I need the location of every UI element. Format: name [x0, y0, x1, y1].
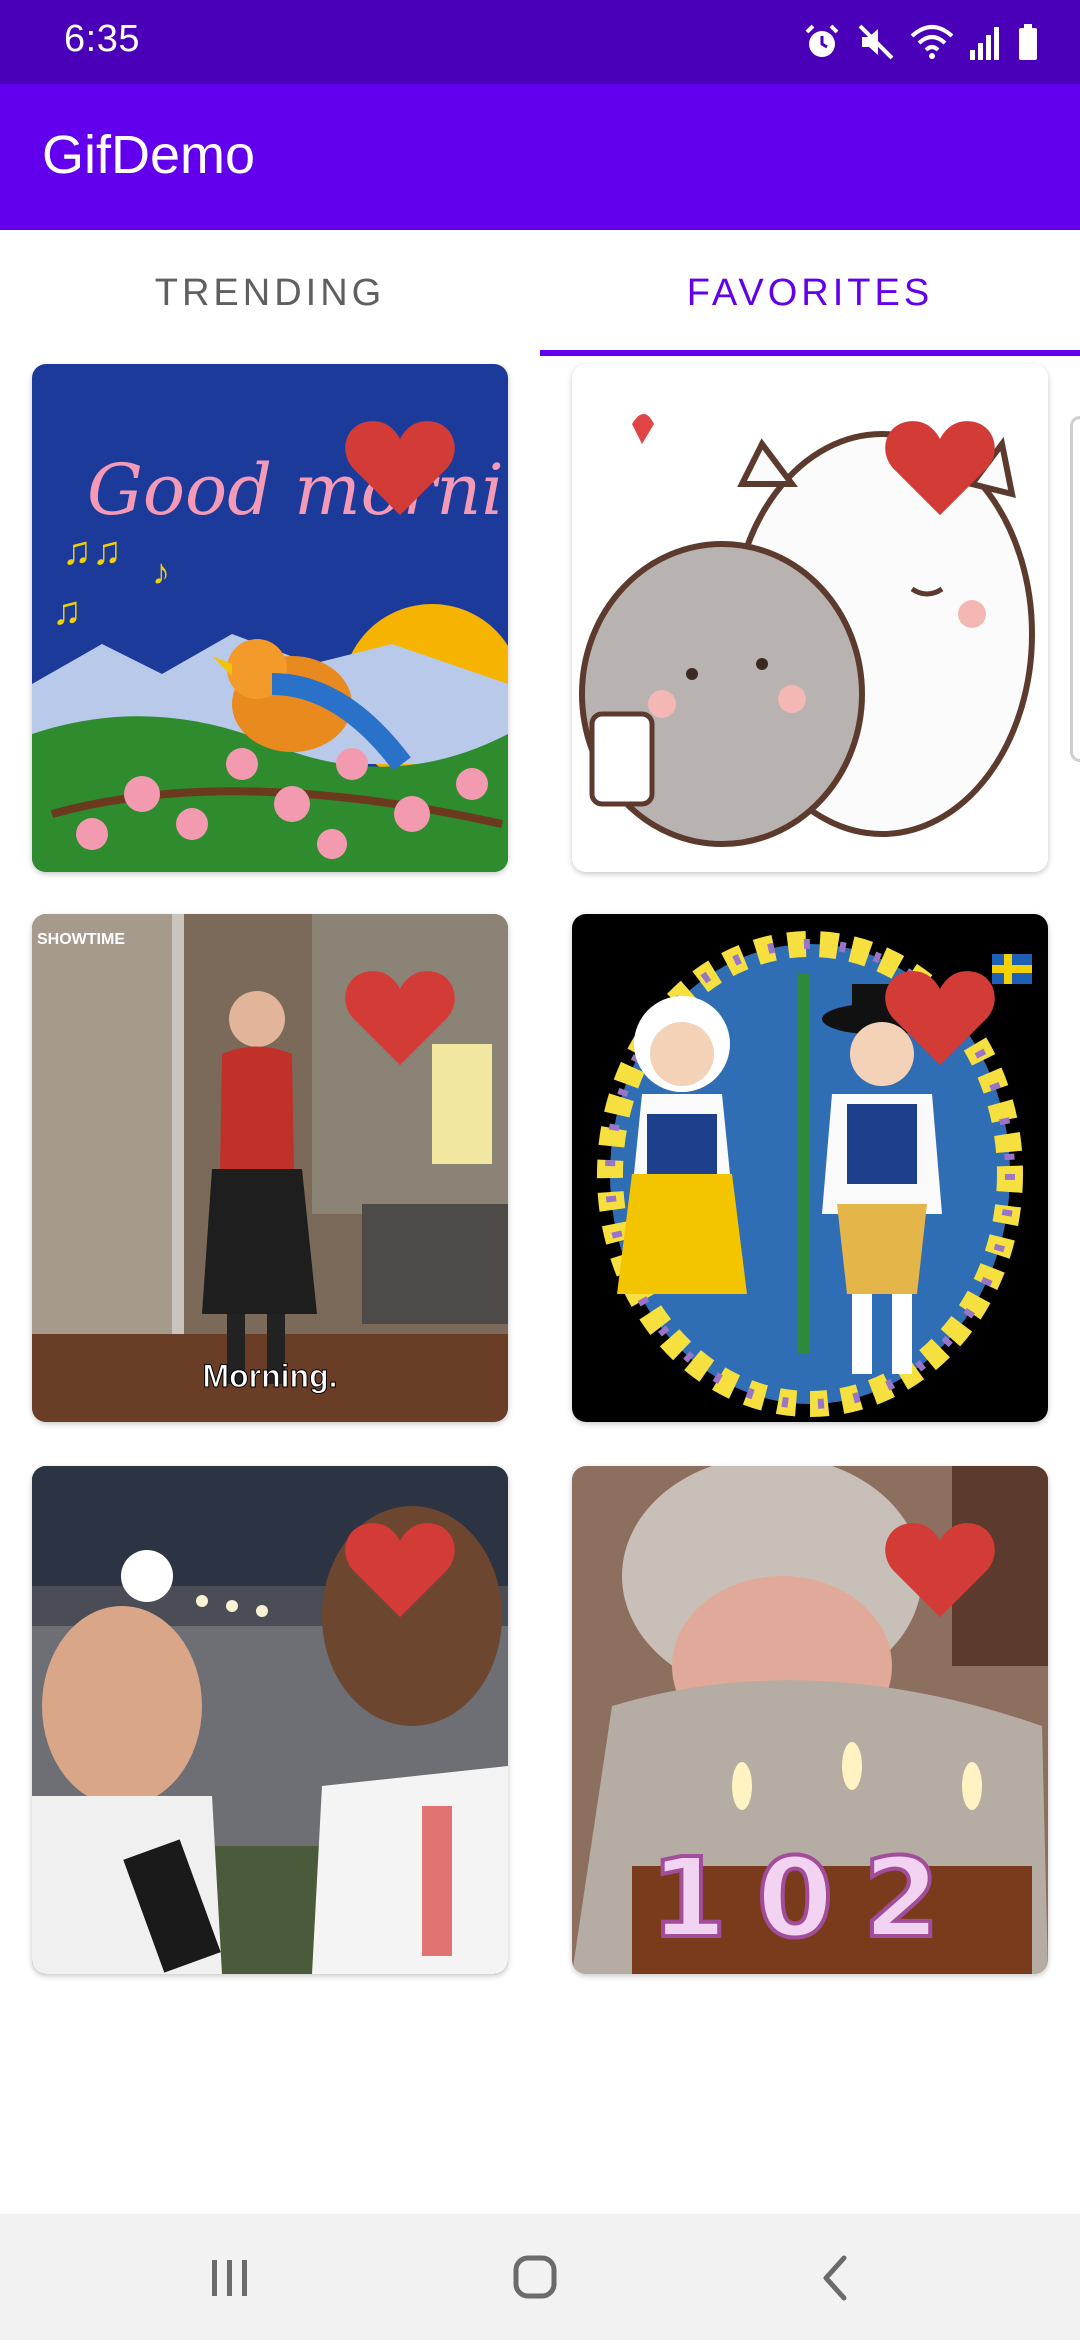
svg-text:♫♫: ♫♫: [62, 529, 122, 573]
status-bar: 6:35: [0, 0, 1080, 84]
wifi-icon: [910, 25, 954, 59]
system-nav-bar: [0, 2214, 1080, 2340]
home-icon[interactable]: [504, 2250, 564, 2306]
status-time: 6:35: [64, 18, 140, 60]
tab-favorites[interactable]: FAVORITES: [540, 230, 1080, 356]
gif-card[interactable]: [32, 1466, 508, 1974]
favorite-heart-icon[interactable]: [884, 1518, 996, 1620]
signal-icon: [970, 27, 999, 60]
gif-card[interactable]: [572, 364, 1048, 872]
gif-card[interactable]: 102: [572, 1466, 1048, 1974]
scroll-indicator: [1070, 416, 1080, 762]
gif-watermark: SHOWTIME: [37, 931, 125, 948]
tab-bar: TRENDING FAVORITES: [0, 230, 1080, 356]
gif-caption: Morning.: [202, 1358, 337, 1394]
app-bar: GifDemo: [0, 84, 1080, 230]
recent-apps-icon[interactable]: [200, 2250, 260, 2306]
alarm-icon: [805, 24, 839, 57]
gif-caption: 102: [650, 1834, 970, 1962]
gif-card[interactable]: SHOWTIME Morning.: [32, 914, 508, 1422]
status-icons: [802, 20, 1040, 64]
tab-indicator: [540, 350, 1080, 356]
mute-icon: [858, 24, 894, 60]
app-title: GifDemo: [42, 125, 256, 185]
gif-card[interactable]: [572, 914, 1048, 1422]
favorite-heart-icon[interactable]: [344, 416, 456, 518]
svg-text:♫: ♫: [52, 589, 82, 633]
back-icon[interactable]: [808, 2250, 868, 2306]
tab-trending[interactable]: TRENDING: [0, 230, 540, 356]
battery-icon: [1019, 24, 1037, 60]
favorite-heart-icon[interactable]: [344, 966, 456, 1068]
favorite-heart-icon[interactable]: [884, 966, 996, 1068]
svg-text:♪: ♪: [152, 551, 170, 592]
favorite-heart-icon[interactable]: [344, 1518, 456, 1620]
gif-card[interactable]: Good morning ♫♫ ♪ ♫: [32, 364, 508, 872]
favorite-heart-icon[interactable]: [884, 416, 996, 518]
